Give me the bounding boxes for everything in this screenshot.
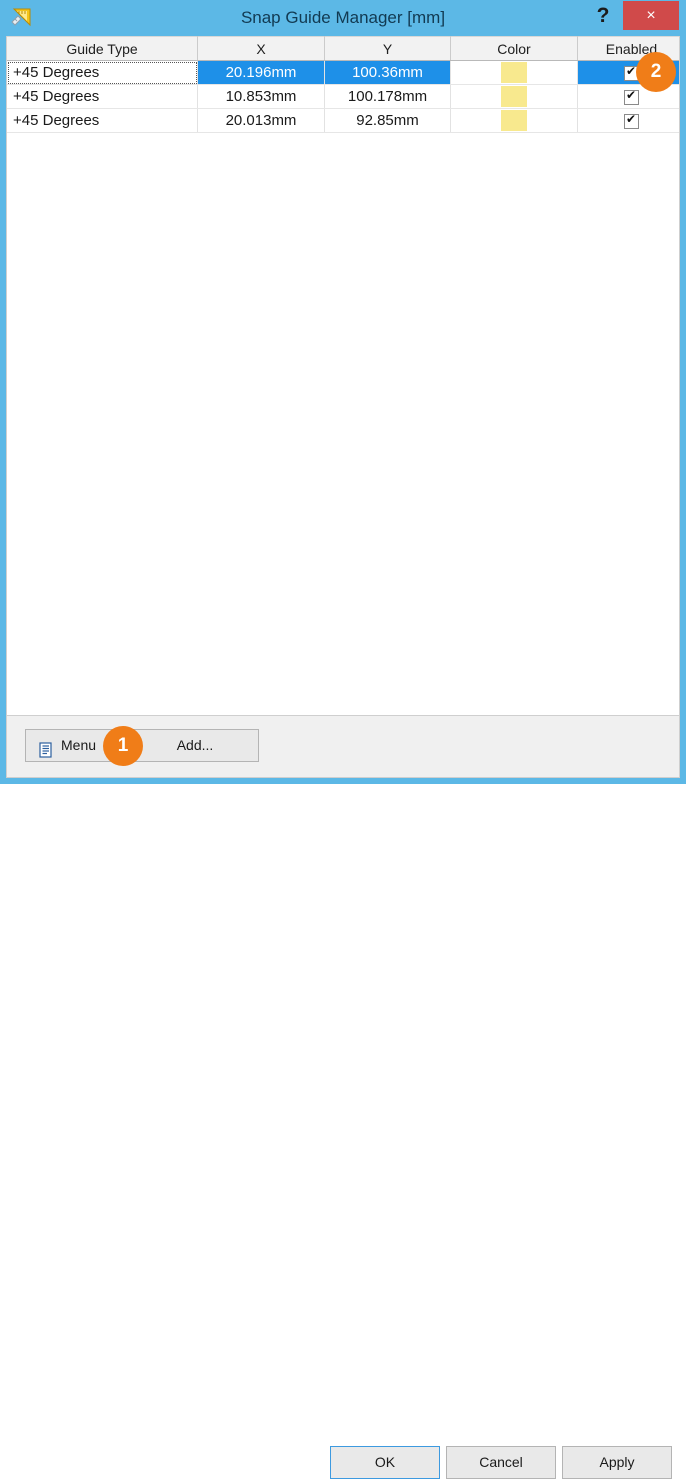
cell-y[interactable]: 100.178mm: [325, 85, 451, 109]
column-header-x[interactable]: X: [198, 37, 325, 61]
window-title: Snap Guide Manager [mm]: [0, 0, 686, 36]
cell-x[interactable]: 20.196mm: [198, 61, 325, 85]
client-area: Guide Type X Y Color Enabled +45 Degrees…: [6, 36, 680, 778]
cell-color[interactable]: [451, 109, 578, 133]
close-icon[interactable]: ×: [623, 1, 679, 30]
cell-enabled[interactable]: [578, 109, 680, 133]
color-swatch[interactable]: [501, 86, 527, 107]
cell-guide-type[interactable]: +45 Degrees: [7, 85, 198, 109]
list-document-icon: [38, 738, 54, 754]
cell-color[interactable]: [451, 85, 578, 109]
guides-table: Guide Type X Y Color Enabled +45 Degrees…: [7, 36, 679, 133]
cell-y[interactable]: 100.36mm: [325, 61, 451, 85]
color-swatch[interactable]: [501, 110, 527, 131]
cell-color[interactable]: [451, 61, 578, 85]
cell-x[interactable]: 10.853mm: [198, 85, 325, 109]
color-swatch[interactable]: [501, 62, 527, 83]
column-header-color[interactable]: Color: [451, 37, 578, 61]
add-button[interactable]: Add...: [132, 730, 258, 761]
column-header-guide-type[interactable]: Guide Type: [7, 37, 198, 61]
cell-y[interactable]: 92.85mm: [325, 109, 451, 133]
column-header-y[interactable]: Y: [325, 37, 451, 61]
help-button[interactable]: ?: [586, 0, 620, 32]
cell-x[interactable]: 20.013mm: [198, 109, 325, 133]
annotation-badge-2: 2: [636, 52, 676, 92]
menu-button-label: Menu: [61, 730, 96, 761]
cell-guide-type[interactable]: +45 Degrees: [7, 109, 198, 133]
snap-guide-manager-window: Snap Guide Manager [mm] ? × Guide Type X…: [0, 0, 686, 784]
title-bar: Snap Guide Manager [mm] ? ×: [0, 0, 686, 36]
set-square-ruler-icon: [10, 5, 34, 29]
guides-table-container[interactable]: Guide Type X Y Color Enabled +45 Degrees…: [7, 36, 679, 716]
enabled-checkbox[interactable]: [624, 114, 639, 129]
table-row[interactable]: +45 Degrees 20.196mm 100.36mm: [7, 61, 679, 85]
ok-button[interactable]: OK: [330, 1446, 440, 1479]
table-row[interactable]: +45 Degrees 10.853mm 100.178mm: [7, 85, 679, 109]
table-row[interactable]: +45 Degrees 20.013mm 92.85mm: [7, 109, 679, 133]
annotation-badge-1: 1: [103, 726, 143, 766]
table-header-row: Guide Type X Y Color Enabled: [7, 37, 679, 61]
enabled-checkbox[interactable]: [624, 90, 639, 105]
cancel-button[interactable]: Cancel: [446, 1446, 556, 1479]
apply-button[interactable]: Apply: [562, 1446, 672, 1479]
cell-guide-type[interactable]: +45 Degrees: [7, 61, 198, 85]
